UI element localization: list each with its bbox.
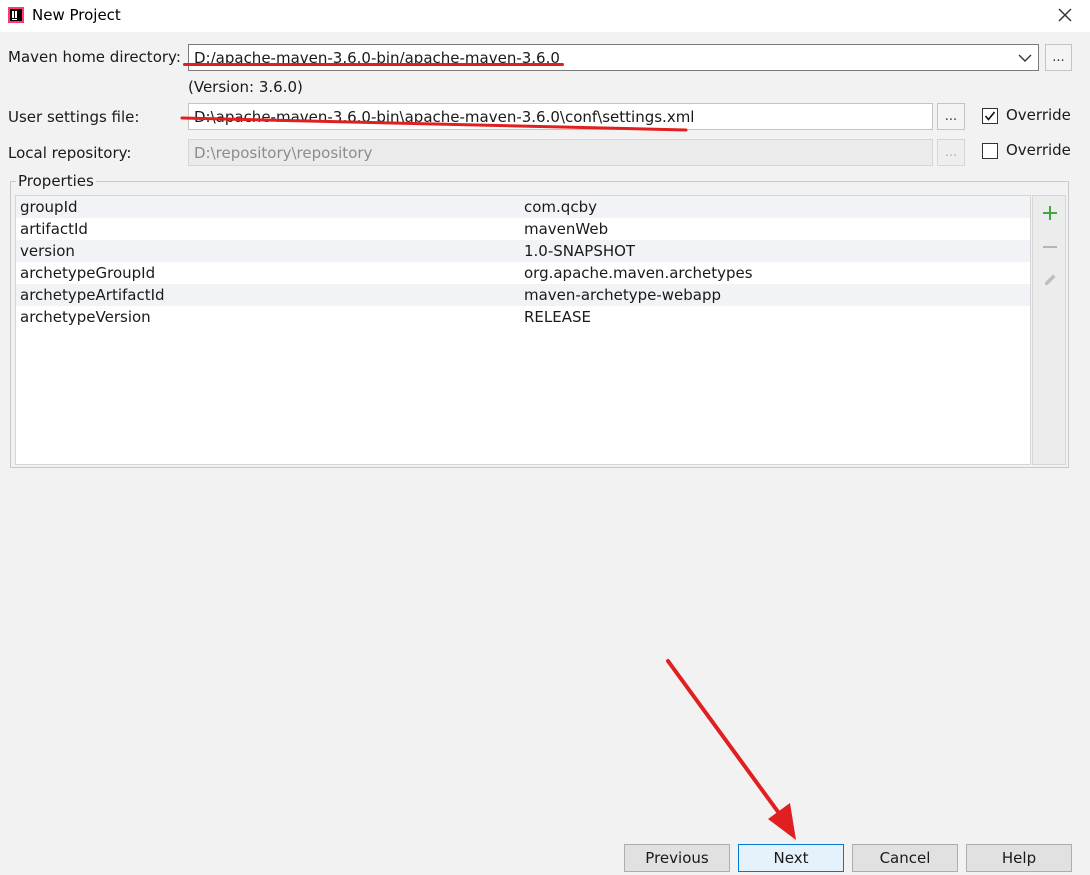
table-row[interactable]: archetypeVersion RELEASE bbox=[16, 306, 1030, 328]
property-value: com.qcby bbox=[524, 198, 597, 216]
property-key: artifactId bbox=[20, 220, 88, 238]
table-row[interactable]: archetypeGroupId org.apache.maven.archety… bbox=[16, 262, 1030, 284]
annotation-underline bbox=[180, 116, 688, 132]
annotation-arrow bbox=[666, 659, 796, 840]
help-button[interactable]: Help bbox=[966, 844, 1072, 872]
maven-home-combobox[interactable]: D:/apache-maven-3.6.0-bin/apache-maven-3… bbox=[188, 44, 1039, 71]
edit-property-button[interactable] bbox=[1039, 269, 1061, 291]
window-title: New Project bbox=[32, 6, 121, 24]
chevron-down-icon[interactable] bbox=[1018, 53, 1032, 63]
table-row[interactable]: version 1.0-SNAPSHOT bbox=[16, 240, 1030, 262]
property-value: org.apache.maven.archetypes bbox=[524, 264, 753, 282]
checkmark-icon bbox=[984, 111, 996, 121]
user-settings-override-checkbox[interactable] bbox=[982, 108, 998, 124]
local-repository-override-checkbox[interactable] bbox=[982, 143, 998, 159]
property-value: maven-archetype-webapp bbox=[524, 286, 722, 304]
property-key: groupId bbox=[20, 198, 78, 216]
previous-button[interactable]: Previous bbox=[624, 844, 730, 872]
user-settings-override-label: Override bbox=[1006, 106, 1071, 124]
maven-version-text: (Version: 3.6.0) bbox=[188, 78, 303, 96]
add-property-button[interactable] bbox=[1039, 202, 1061, 224]
plus-icon bbox=[1043, 206, 1057, 220]
next-button[interactable]: Next bbox=[738, 844, 844, 872]
remove-property-button[interactable] bbox=[1039, 236, 1061, 258]
maven-home-label: Maven home directory: bbox=[8, 48, 181, 66]
user-settings-browse-button[interactable]: ... bbox=[937, 103, 965, 130]
properties-toolbar bbox=[1032, 195, 1066, 465]
maven-home-browse-button[interactable]: ... bbox=[1045, 44, 1072, 71]
property-value: 1.0-SNAPSHOT bbox=[524, 242, 636, 260]
intellij-app-icon bbox=[8, 7, 24, 23]
local-repository-label: Local repository: bbox=[8, 144, 132, 162]
table-row[interactable]: archetypeArtifactId maven-archetype-webap… bbox=[16, 284, 1030, 306]
property-value: mavenWeb bbox=[524, 220, 609, 238]
property-key: archetypeArtifactId bbox=[20, 286, 165, 304]
local-repository-value: D:\repository\repository bbox=[194, 143, 373, 162]
cancel-button[interactable]: Cancel bbox=[852, 844, 958, 872]
pencil-icon bbox=[1045, 274, 1056, 285]
properties-title: Properties bbox=[16, 172, 96, 190]
table-row[interactable]: artifactId mavenWeb bbox=[16, 218, 1030, 240]
close-icon[interactable] bbox=[1053, 3, 1077, 27]
property-key: version bbox=[20, 242, 75, 260]
property-key: archetypeVersion bbox=[20, 308, 151, 326]
local-repository-override-label: Override bbox=[1006, 141, 1071, 159]
property-key: archetypeGroupId bbox=[20, 264, 156, 282]
local-repository-field: D:\repository\repository bbox=[188, 139, 933, 166]
table-row[interactable]: groupId com.qcby bbox=[16, 196, 1030, 218]
local-repository-browse-button: ... bbox=[937, 139, 965, 166]
user-settings-label: User settings file: bbox=[8, 108, 140, 126]
title-bar: New Project bbox=[0, 0, 1090, 32]
annotation-underline bbox=[183, 63, 564, 66]
minus-icon bbox=[1043, 246, 1057, 248]
properties-table[interactable]: groupId com.qcby artifactId mavenWeb versi… bbox=[15, 195, 1031, 465]
property-value: RELEASE bbox=[524, 308, 591, 326]
